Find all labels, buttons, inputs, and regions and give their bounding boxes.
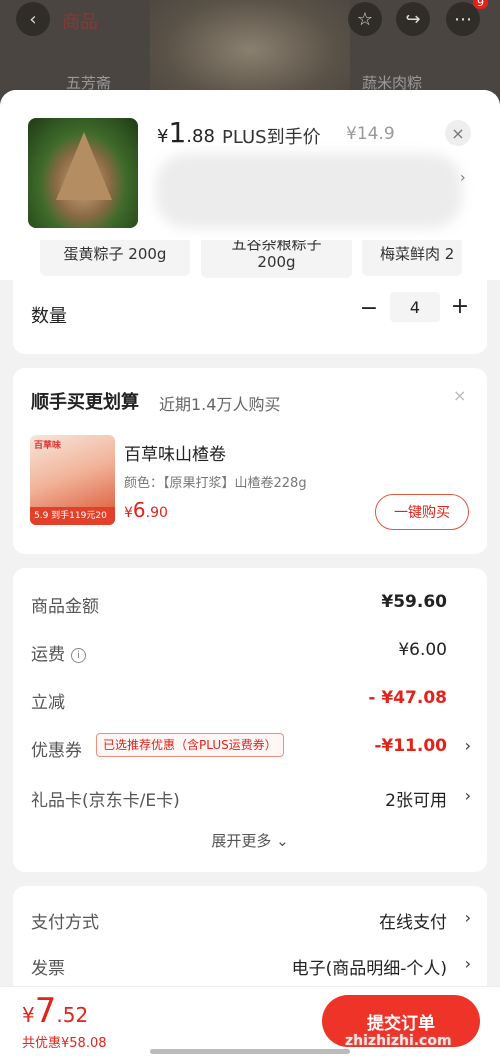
invoice-value: 电子(商品明细-个人) (291, 959, 447, 979)
shipping-row: 运费 i ¥6.00 (31, 636, 471, 666)
coupon-tag: 已选推荐优惠（含PLUS运费券） (96, 733, 284, 757)
coupon-label: 优惠券 (31, 741, 82, 761)
bottom-bar: ¥7.52 共优惠¥58.08 提交订单 zhizhizhi.com (0, 986, 500, 1056)
giftcard-value: 2张可用 (385, 791, 447, 811)
total-integer: 7 (34, 991, 57, 1031)
discount-label: 立减 (31, 693, 65, 713)
order-sheet: ¥1.88 PLUS到手价 ¥14.9 × › 蛋黄粽子 200g 五谷杂粮粽子… (0, 90, 500, 1056)
total-decimal: .52 (56, 1003, 89, 1027)
spec-option-3[interactable]: 梅菜鲜肉 2 (362, 240, 462, 276)
chevron-right-icon[interactable]: › (460, 170, 466, 186)
total-price: ¥7.52 (22, 991, 88, 1031)
share-icon[interactable]: ↪ (396, 2, 430, 36)
coupon-value: -¥11.00 (374, 736, 447, 756)
payment-method-label: 支付方式 (31, 913, 99, 933)
price-currency: ¥ (157, 126, 169, 147)
chevron-right-icon[interactable]: › (465, 908, 471, 927)
shipping-value: ¥6.00 (398, 640, 447, 660)
redacted-area (156, 154, 462, 228)
invoice-row[interactable]: 发票 电子(商品明细-个人) › (31, 950, 471, 980)
tab-product[interactable]: 商品 (62, 8, 98, 34)
discount-value: - ¥47.08 (368, 688, 447, 708)
plus-price-label: PLUS到手价 (222, 127, 321, 148)
quantity-label: 数量 (31, 306, 67, 327)
upsell-price-currency: ¥ (124, 505, 133, 521)
quantity-minus-button[interactable]: − (359, 296, 379, 321)
chevron-right-icon[interactable]: › (465, 786, 471, 805)
giftcard-row[interactable]: 礼品卡(京东卡/E卡) 2张可用 › (31, 782, 471, 812)
upsell-subtitle: 近期1.4万人购买 (159, 395, 281, 414)
payment-card: 支付方式 在线支付 › 发票 电子(商品明细-个人) › (13, 886, 487, 996)
back-icon[interactable]: ‹ (16, 2, 50, 36)
shipping-label: 运费 (31, 645, 65, 665)
goods-amount-value: ¥59.60 (381, 592, 447, 612)
upsell-price-decimal: .90 (145, 505, 168, 521)
upsell-price-integer: 6 (132, 498, 146, 522)
more-glyph: ⋯ (454, 8, 472, 30)
upsell-item-name[interactable]: 百草味山楂卷 (124, 440, 226, 465)
upsell-price: ¥6.90 (124, 498, 168, 522)
quantity-plus-button[interactable]: + (450, 294, 470, 319)
upsell-card: 顺手买更划算 近期1.4万人购买 × 百草味 5.9 到手119元20 百草味山… (13, 368, 487, 554)
total-currency: ¥ (22, 1003, 35, 1027)
discount-row: 立减 - ¥47.08 (31, 684, 471, 714)
shipping-label-wrap: 运费 i (31, 640, 86, 665)
expand-more-button[interactable]: 展开更多 ⌄ (13, 830, 487, 851)
invoice-label: 发票 (31, 959, 65, 979)
expand-more-label: 展开更多 (211, 832, 272, 850)
chevron-right-icon[interactable]: › (465, 736, 471, 755)
price-decimal: .88 (186, 126, 215, 147)
more-icon[interactable]: ⋯ 9 (446, 0, 488, 36)
upsell-thumb-brand: 百草味 (34, 441, 62, 451)
coupon-row[interactable]: 优惠券 已选推荐优惠（含PLUS运费券） -¥11.00 › (31, 732, 471, 762)
price-summary-card: 商品金额 ¥59.60 运费 i ¥6.00 立减 - ¥47.08 优惠券 已选… (13, 568, 487, 872)
quantity-row: 数量 − 4 + (13, 280, 487, 354)
giftcard-label: 礼品卡(京东卡/E卡) (31, 791, 180, 811)
upsell-thumb-tag: 5.9 到手119元20 (30, 507, 115, 525)
product-thumbnail (28, 118, 138, 228)
product-header: ¥1.88 PLUS到手价 ¥14.9 × › (0, 90, 500, 246)
upsell-thumbnail[interactable]: 百草味 5.9 到手119元20 (30, 435, 115, 525)
original-price: ¥14.9 (346, 124, 395, 144)
upsell-item-spec: 颜色：【原果打浆】山楂卷228g (124, 476, 307, 491)
payment-method-row[interactable]: 支付方式 在线支付 › (31, 904, 471, 934)
spec-options: 蛋黄粽子 200g 五谷杂粮粽子 200g 梅菜鲜肉 2 (0, 240, 500, 280)
info-icon[interactable]: i (71, 647, 86, 663)
goods-amount-label: 商品金额 (31, 597, 99, 617)
close-icon[interactable]: × (453, 386, 466, 405)
chevron-down-icon: ⌄ (276, 832, 289, 850)
plus-price: ¥1.88 (157, 116, 215, 149)
payment-method-value: 在线支付 (379, 913, 447, 933)
spec-option-1[interactable]: 蛋黄粽子 200g (40, 240, 190, 276)
goods-amount-row: 商品金额 ¥59.60 (31, 588, 471, 618)
home-indicator (150, 1049, 350, 1054)
notification-badge: 9 (473, 0, 488, 9)
star-icon[interactable]: ☆ (348, 2, 382, 36)
spec-option-2[interactable]: 五谷杂粮粽子 200g (201, 240, 352, 278)
chevron-right-icon[interactable]: › (465, 954, 471, 973)
total-saved: 共优惠¥58.08 (22, 1036, 107, 1051)
price-integer: 1 (168, 116, 187, 149)
close-icon[interactable]: × (445, 120, 471, 146)
quantity-input[interactable]: 4 (390, 292, 440, 322)
one-click-buy-button[interactable]: 一键购买 (375, 494, 469, 530)
upsell-title: 顺手买更划算 (31, 392, 139, 413)
watermark: zhizhizhi.com (345, 1033, 452, 1049)
